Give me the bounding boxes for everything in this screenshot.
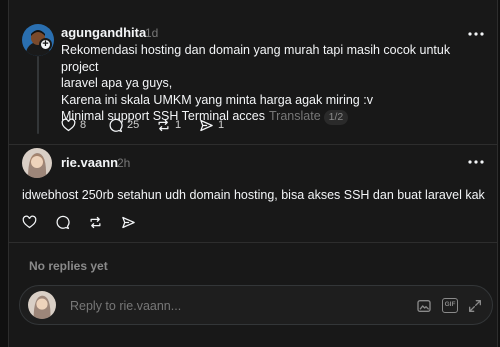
like-count: 8 — [80, 119, 87, 131]
comment-icon — [56, 215, 70, 229]
heart-icon — [61, 118, 76, 131]
repost-count: 1 — [175, 119, 182, 131]
comment-count: 25 — [127, 119, 140, 131]
page-indicator: 1/2 — [323, 110, 349, 125]
reply-like-button[interactable] — [22, 212, 37, 232]
reply-post: rie.vaann 2h idwebhost 250rb setahun udh… — [9, 144, 497, 242]
reply-more-options-icon[interactable] — [467, 159, 485, 165]
post-time: 1d — [145, 26, 159, 40]
translate-link[interactable]: Translate — [269, 109, 321, 123]
reply-author-name[interactable]: rie.vaann — [61, 155, 118, 170]
reply-author-avatar[interactable] — [22, 148, 52, 178]
gif-button[interactable]: GIF — [442, 298, 458, 313]
comment-icon — [109, 118, 123, 132]
reply-input[interactable] — [70, 298, 370, 314]
follow-plus-icon[interactable]: + — [39, 38, 52, 51]
repost-button[interactable]: 1 — [156, 115, 181, 135]
like-button[interactable]: 8 — [61, 115, 86, 135]
expand-icon[interactable] — [467, 298, 483, 314]
no-replies-label: No replies yet — [29, 259, 108, 273]
reply-composer[interactable]: GIF — [19, 285, 493, 325]
thread-panel: + agungandhita 1d Rekomendasi hosting da… — [8, 0, 498, 347]
comment-button[interactable]: 25 — [108, 115, 139, 135]
send-icon — [122, 216, 135, 228]
reply-share-button[interactable] — [121, 212, 136, 232]
image-icon[interactable] — [416, 298, 432, 314]
post-author-name[interactable]: agungandhita — [61, 25, 146, 40]
composer-avatar — [28, 291, 56, 319]
divider — [9, 242, 497, 243]
reply-actions — [22, 212, 162, 232]
original-post: + agungandhita 1d Rekomendasi hosting da… — [9, 0, 497, 144]
more-options-icon[interactable] — [467, 31, 485, 37]
reply-comment-button[interactable] — [55, 212, 70, 232]
heart-icon — [22, 215, 37, 228]
repost-icon — [158, 119, 169, 131]
share-count: 1 — [218, 119, 225, 131]
post-actions: 8 25 1 1 — [61, 115, 261, 135]
post-line-3: Karena ini skala UMKM yang minta harga a… — [61, 92, 373, 107]
thread-line — [37, 56, 39, 134]
post-line-1: Rekomendasi hosting dan domain yang mura… — [61, 43, 451, 74]
reply-body: idwebhost 250rb setahun udh domain hosti… — [22, 188, 485, 202]
share-button[interactable]: 1 — [199, 115, 224, 135]
post-line-2: laravel apa ya guys, — [61, 76, 173, 90]
reply-repost-button[interactable] — [88, 212, 103, 232]
repost-icon — [90, 216, 101, 228]
send-icon — [200, 119, 213, 131]
post-body: Rekomendasi hosting dan domain yang mura… — [61, 42, 491, 125]
reply-time: 2h — [117, 156, 131, 170]
